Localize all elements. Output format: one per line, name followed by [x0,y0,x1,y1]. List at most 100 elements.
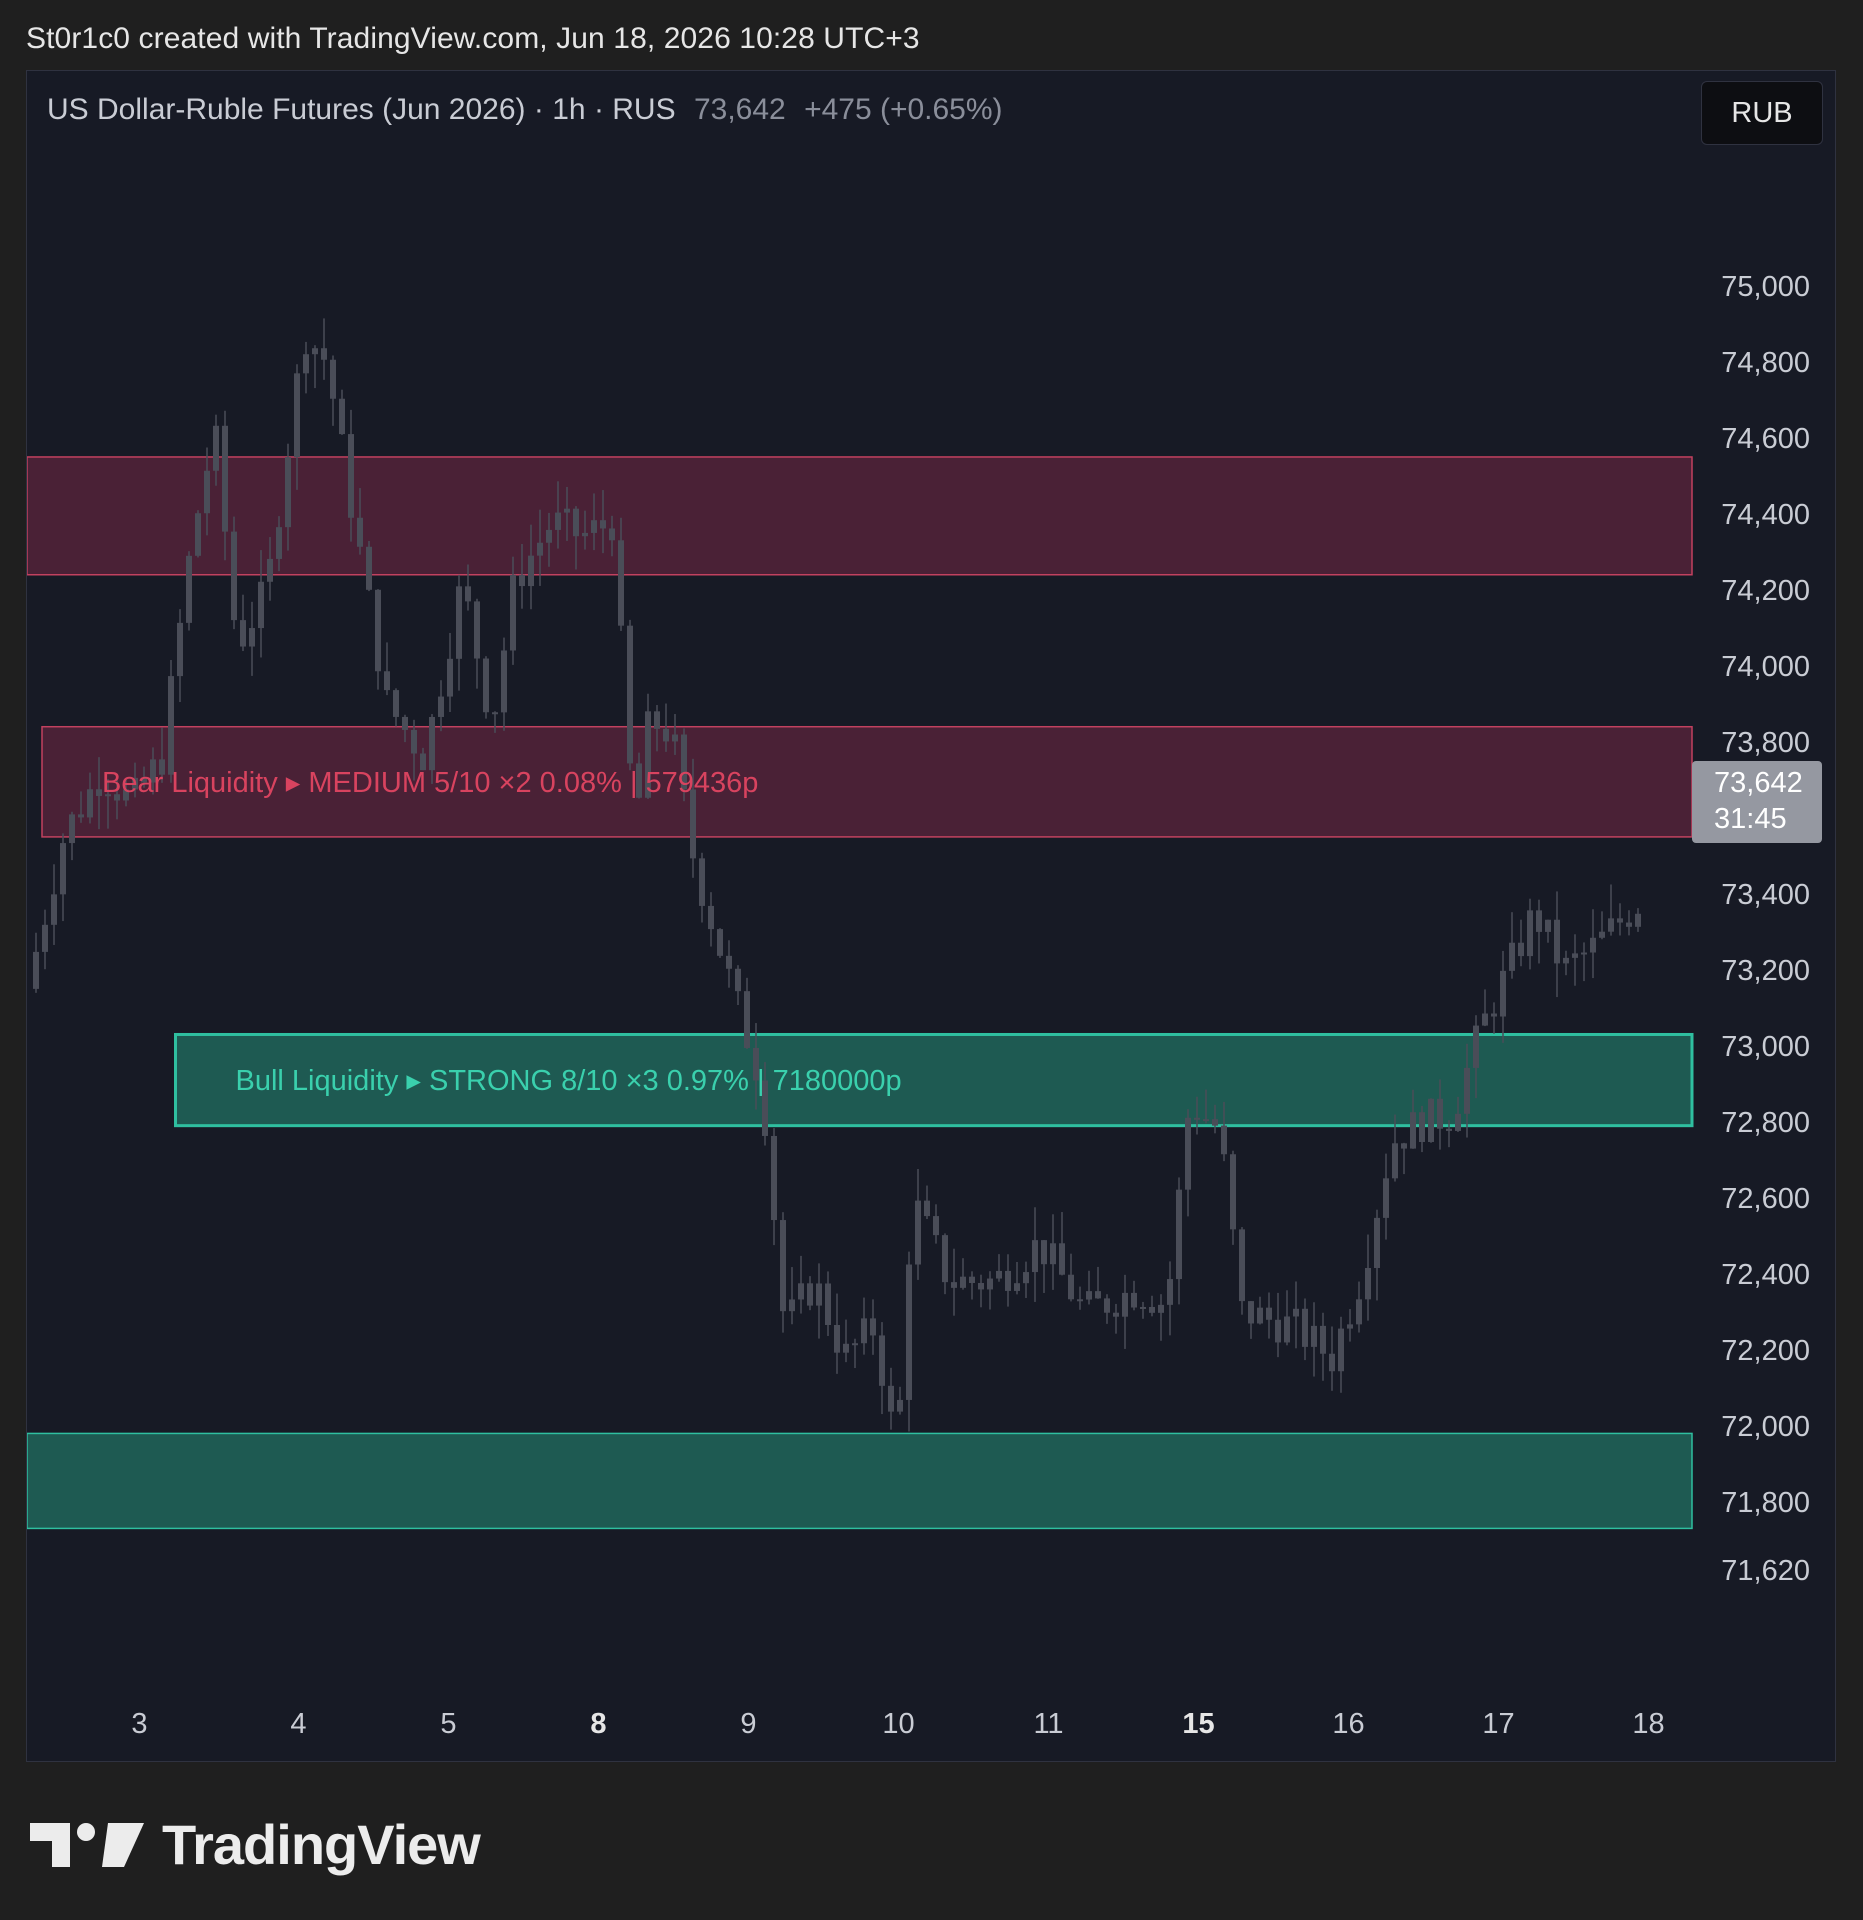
candle-body [1041,1240,1047,1265]
candle-body [789,1299,795,1312]
candle-body [465,586,471,602]
candle-body [528,555,534,587]
candle-body [1473,1025,1479,1068]
x-axis-tick-label: 16 [1332,1708,1364,1740]
candle-body [1275,1319,1281,1343]
candle-body [1095,1291,1101,1299]
candle-body [798,1283,804,1300]
exchange-label: RUS [612,93,676,126]
interval-label[interactable]: 1h [552,93,585,126]
candle-body [1563,957,1569,964]
candle-body [519,574,525,587]
candle-body [258,581,264,629]
candle-body [1446,1128,1452,1131]
candle-body [1626,922,1632,927]
candle-body [1257,1307,1263,1324]
candle-body [87,789,93,818]
candle-body [1203,1119,1209,1122]
last-price: 73,642 [693,93,786,126]
chart-panel[interactable]: Bear Liquidity ▸ MEDIUM 5/10 ×2 0.08% | … [26,70,1836,1762]
y-axis-tick-label: 72,800 [1721,1107,1810,1139]
x-axis-tick-label: 3 [131,1708,147,1740]
instrument-name[interactable]: US Dollar-Ruble Futures (Jun 2026) [47,93,526,126]
candle-body [1113,1312,1119,1317]
candle-body [33,951,39,989]
candle-body [501,650,507,713]
candle-body [1131,1292,1137,1308]
candle-body [429,716,435,771]
candle-body [537,542,543,556]
candle-body [204,470,210,514]
tradingview-logo-icon [30,1822,144,1867]
candle-body [1518,942,1524,957]
legend-separator: · [593,93,613,126]
candle-body [1158,1304,1164,1313]
y-axis-tick-label: 74,400 [1721,499,1810,531]
y-axis-tick-label: 75,000 [1721,271,1810,303]
candle-body [1005,1270,1011,1291]
candle-body [924,1200,930,1217]
candle-body [1221,1125,1227,1155]
candle-body [1428,1098,1434,1143]
candle-body [1392,1143,1398,1179]
candle-body [1212,1119,1218,1126]
candle-body [807,1283,813,1306]
candle-body [960,1276,966,1288]
candle-body [1059,1243,1065,1275]
candle-body [1284,1316,1290,1343]
candle-body [1338,1328,1344,1372]
candle-body [60,843,66,895]
candle-body [1455,1113,1461,1131]
candle-body [195,513,201,556]
candle-body [834,1325,840,1353]
candle-body [1266,1307,1272,1320]
candle-body [366,546,372,590]
candle-body [870,1318,876,1336]
candle-body [1581,952,1587,955]
candle-body [1608,918,1614,932]
price-change: +475 (+0.65%) [804,93,1003,126]
tradingview-logo[interactable]: TradingView [30,1812,481,1877]
y-axis-tick-label: 72,600 [1721,1183,1810,1215]
candle-body [1374,1217,1380,1268]
candle-body [618,540,624,626]
candle-body [591,520,597,533]
candle-body [339,398,345,435]
candle-body [978,1283,984,1290]
candle-body [744,991,750,1048]
candle-body [240,620,246,647]
candle-body [1536,910,1542,932]
symbol-legend[interactable]: US Dollar-Ruble Futures (Jun 2026) · 1h … [47,93,1003,127]
candle-body [969,1276,975,1284]
candle-body [672,734,678,742]
candle-body [1419,1112,1425,1143]
candle-body [1167,1279,1173,1305]
candle-body [1347,1324,1353,1329]
candle-body [213,425,219,471]
candle-body [321,348,327,360]
candle-body [1194,1117,1200,1120]
y-axis-tick-label: 73,800 [1721,727,1810,759]
x-axis-tick-label: 5 [440,1708,456,1740]
y-axis-tick-label: 73,400 [1721,879,1810,911]
candle-body [915,1200,921,1265]
x-axis-tick-label: 18 [1632,1708,1664,1740]
candle-body [348,434,354,518]
candle-body [42,924,48,952]
candle-body [177,622,183,677]
currency-button[interactable]: RUB [1701,81,1823,145]
candle-body [1464,1067,1470,1114]
x-axis-tick-label: 15 [1182,1708,1214,1740]
candle-body [1023,1272,1029,1284]
x-axis-tick-label: 11 [1033,1708,1063,1740]
candle-body [1176,1189,1182,1280]
candle-body [1239,1229,1245,1302]
candle-body [1086,1291,1092,1300]
candle-body [726,955,732,969]
y-axis-tick-label: 73,200 [1721,955,1810,987]
x-axis-tick-label: 17 [1482,1708,1514,1740]
candle-body [708,905,714,930]
candlestick-chart[interactable]: Bear Liquidity ▸ MEDIUM 5/10 ×2 0.08% | … [27,71,1836,1762]
candle-body [438,696,444,717]
x-axis-tick-label: 4 [290,1708,306,1740]
